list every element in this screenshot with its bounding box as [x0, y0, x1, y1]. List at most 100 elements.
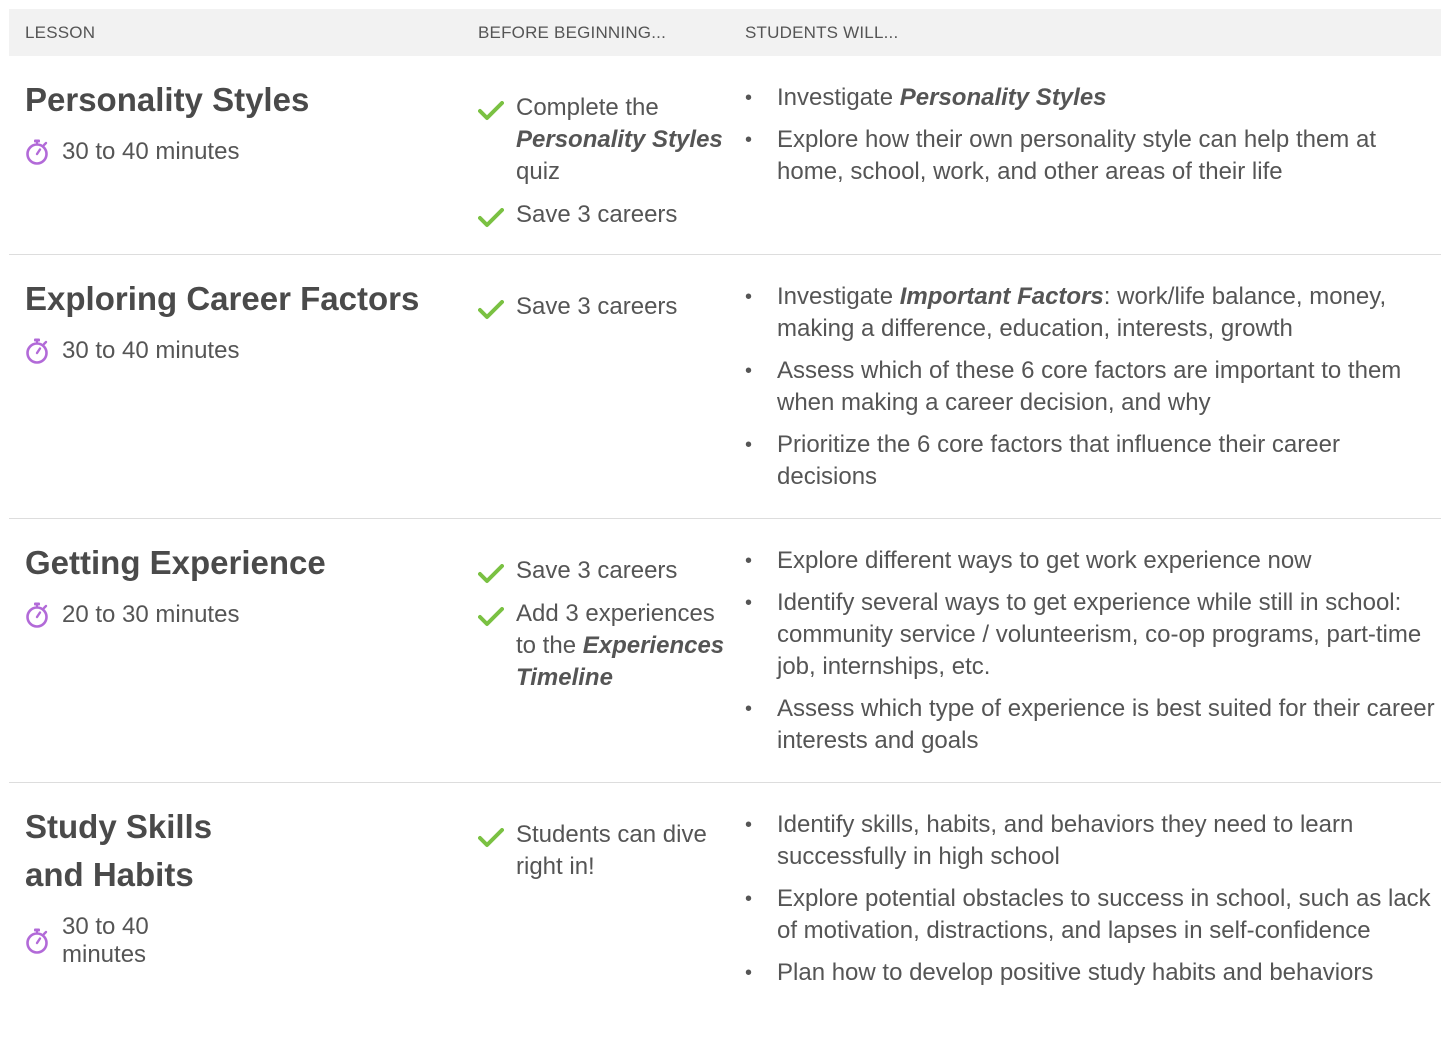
text-part: Assess which type of experience is best … — [777, 695, 1435, 754]
prerequisite-text: Complete the Personality Styles quiz — [516, 92, 733, 188]
text-part: Assess which of these 6 core factors are… — [777, 357, 1402, 416]
checkmark-icon — [478, 604, 504, 626]
lesson-title: Personality Styles — [25, 81, 310, 118]
text-part: Save 3 careers — [516, 557, 678, 584]
objective-item: • Identify several ways to get experience… — [745, 587, 1435, 683]
bullet-icon: • — [745, 360, 753, 382]
text-part: Complete the — [516, 94, 659, 121]
prerequisite-item: Students can dive right in! — [478, 819, 733, 883]
table-header: LESSON BEFORE BEGINNING... STUDENTS WILL… — [9, 9, 1441, 56]
prerequisite-text: Save 3 careers — [516, 555, 677, 587]
bullet-icon: • — [745, 129, 753, 151]
objective-text: Plan how to develop positive study habit… — [777, 957, 1373, 989]
students-will-cell: • Identify skills, habits, and behaviors … — [745, 809, 1435, 999]
before-beginning-cell: Complete the Personality Styles quiz Save… — [478, 92, 733, 242]
lessons-table: LESSON BEFORE BEGINNING... STUDENTS WILL… — [9, 9, 1441, 1038]
objective-item: • Explore different ways to get work expe… — [745, 545, 1435, 577]
students-will-cell: • Investigate Important Factors: work/lif… — [745, 281, 1435, 503]
bullet-icon: • — [745, 888, 753, 910]
bullet-icon: • — [745, 814, 753, 836]
objective-text: Investigate Important Factors: work/life… — [777, 281, 1435, 345]
objective-text: Assess which type of experience is best … — [777, 693, 1435, 757]
before-beginning-cell: Save 3 careers — [478, 291, 733, 334]
table-row: Getting Experience 20 to 30 minutes Save 3… — [9, 519, 1441, 783]
header-before-beginning: BEFORE BEGINNING... — [478, 23, 666, 42]
prerequisite-item: Save 3 careers — [478, 555, 733, 587]
prerequisite-text: Add 3 experiences to the Experiences Tim… — [516, 598, 733, 694]
before-beginning-cell: Students can dive right in! — [478, 819, 733, 894]
text-part: Identify skills, habits, and behaviors t… — [777, 811, 1354, 870]
bullet-icon: • — [745, 592, 753, 614]
table-body: Personality Styles 30 to 40 minutes Comple… — [9, 56, 1441, 1038]
bullet-icon: • — [745, 434, 753, 456]
lesson-title: Getting Experience — [25, 544, 326, 581]
text-part: Investigate — [777, 84, 900, 111]
table-row: Exploring Career Factors 30 to 40 minutes… — [9, 255, 1441, 519]
objective-item: • Assess which type of experience is best… — [745, 693, 1435, 757]
objective-text: Prioritize the 6 core factors that influ… — [777, 429, 1435, 493]
objective-item: • Identify skills, habits, and behaviors … — [745, 809, 1435, 873]
duration-text: 30 to 40 minutes — [62, 913, 149, 968]
duration-text: 30 to 40 minutes — [62, 138, 240, 165]
lesson-duration: 30 to 40 minutes — [25, 913, 225, 969]
text-part: Prioritize the 6 core factors that influ… — [777, 431, 1340, 490]
objective-item: • Investigate Important Factors: work/lif… — [745, 281, 1435, 345]
text-part: Explore potential obstacles to success i… — [777, 885, 1431, 944]
objective-text: Identify several ways to get experience … — [777, 587, 1435, 683]
bullet-icon: • — [745, 87, 753, 109]
text-part: Save 3 careers — [516, 293, 678, 320]
objective-text: Explore how their own personality style … — [777, 124, 1435, 188]
students-will-cell: • Explore different ways to get work expe… — [745, 545, 1435, 767]
objective-item: • Explore potential obstacles to success … — [745, 883, 1435, 947]
objective-text: Assess which of these 6 core factors are… — [777, 355, 1435, 419]
stopwatch-icon — [25, 602, 49, 628]
text-part: Explore how their own personality style … — [777, 126, 1376, 185]
checkmark-icon — [478, 297, 504, 319]
prerequisite-text: Save 3 careers — [516, 199, 677, 231]
objective-text: Explore different ways to get work exper… — [777, 545, 1312, 577]
text-part: Plan how to develop positive study habit… — [777, 959, 1374, 986]
objective-item: • Investigate Personality Styles — [745, 82, 1435, 114]
prerequisite-item: Save 3 careers — [478, 199, 733, 231]
lesson-cell: Personality Styles 30 to 40 minutes — [25, 76, 455, 166]
objective-item: • Assess which of these 6 core factors ar… — [745, 355, 1435, 419]
stopwatch-icon — [25, 928, 49, 954]
bullet-icon: • — [745, 698, 753, 720]
bullet-icon: • — [745, 286, 753, 308]
lesson-cell: Exploring Career Factors 30 to 40 minutes — [25, 275, 455, 365]
table-row: Study Skills and Habits 30 to 40 minutes S… — [9, 783, 1441, 1038]
stopwatch-icon — [25, 139, 49, 165]
lesson-cell: Study Skills and Habits 30 to 40 minutes — [25, 803, 225, 969]
objective-item: • Explore how their own personality style… — [745, 124, 1435, 188]
text-part: quiz — [516, 158, 561, 185]
emphasized-text: Personality Styles — [516, 126, 723, 153]
duration-text: 20 to 30 minutes — [62, 601, 240, 628]
text-part: Save 3 careers — [516, 201, 678, 228]
text-part: Investigate — [777, 283, 900, 310]
objective-text: Investigate Personality Styles — [777, 82, 1107, 114]
lesson-cell: Getting Experience 20 to 30 minutes — [25, 539, 455, 629]
objective-text: Explore potential obstacles to success i… — [777, 883, 1435, 947]
table-row: Personality Styles 30 to 40 minutes Comple… — [9, 56, 1441, 255]
before-beginning-cell: Save 3 careers Add 3 experiences to the E… — [478, 555, 733, 705]
stopwatch-icon — [25, 338, 49, 364]
prerequisite-text: Save 3 careers — [516, 291, 677, 323]
students-will-cell: • Investigate Personality Styles • Explore … — [745, 82, 1435, 198]
text-part: Students can dive right in! — [516, 821, 707, 880]
text-part: Explore different ways to get work exper… — [777, 547, 1312, 574]
lesson-duration: 20 to 30 minutes — [25, 601, 455, 629]
checkmark-icon — [478, 825, 504, 847]
prerequisite-item: Save 3 careers — [478, 291, 733, 323]
objective-item: • Prioritize the 6 core factors that infl… — [745, 429, 1435, 493]
checkmark-icon — [478, 561, 504, 583]
lesson-title: Study Skills and Habits — [25, 808, 213, 893]
bullet-icon: • — [745, 550, 753, 572]
lesson-title: Exploring Career Factors — [25, 280, 420, 317]
prerequisite-item: Complete the Personality Styles quiz — [478, 92, 733, 188]
prerequisite-text: Students can dive right in! — [516, 819, 733, 883]
bullet-icon: • — [745, 962, 753, 984]
checkmark-icon — [478, 98, 504, 120]
lesson-duration: 30 to 40 minutes — [25, 337, 455, 365]
text-part: Identify several ways to get experience … — [777, 589, 1422, 680]
header-students-will: STUDENTS WILL... — [745, 23, 899, 42]
